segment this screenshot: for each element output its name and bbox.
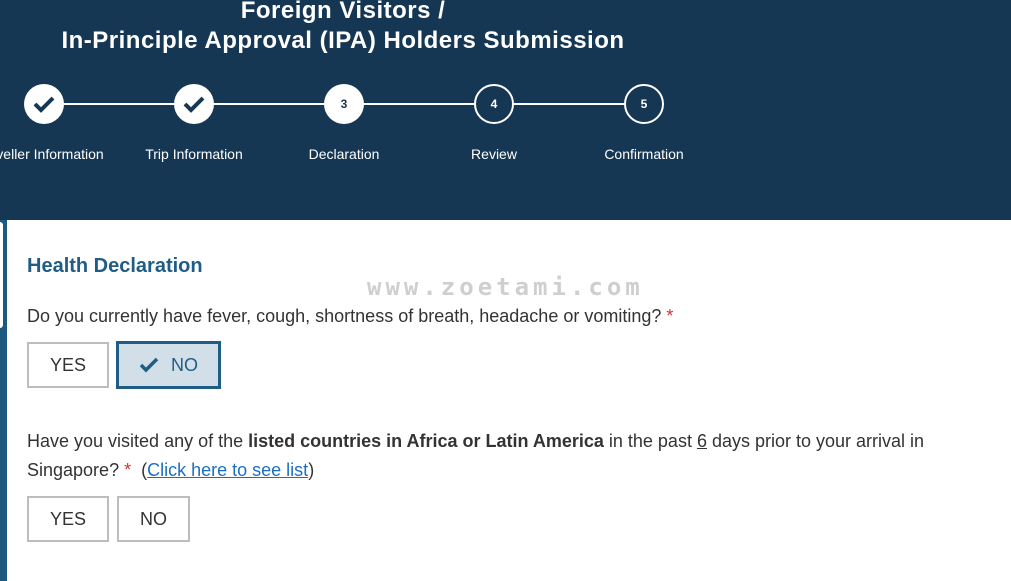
- check-icon: [139, 357, 159, 373]
- check-icon: [33, 96, 55, 113]
- question-text: Have you visited any of the: [27, 431, 249, 451]
- button-label: NO: [171, 354, 198, 375]
- step-1-indicator: [24, 84, 64, 124]
- step-connector: [44, 103, 194, 105]
- button-label: YES: [49, 508, 87, 529]
- question-text-bold: listed countries in Africa or Latin Amer…: [248, 431, 604, 451]
- step-4-indicator: 4: [474, 84, 514, 124]
- days-count: 6: [696, 431, 707, 451]
- travel-yes-button[interactable]: YES: [27, 496, 109, 542]
- check-icon: [183, 96, 205, 113]
- step-connector: [194, 103, 344, 105]
- step-4-label: Review: [471, 146, 517, 162]
- required-marker: *: [124, 460, 132, 480]
- button-label: NO: [140, 508, 167, 529]
- step-5-indicator: 5: [624, 84, 664, 124]
- step-connector: [494, 103, 644, 105]
- step-3-indicator: 3: [324, 84, 364, 124]
- question-symptoms: Do you currently have fever, cough, shor…: [27, 302, 1002, 331]
- section-title: Health Declaration: [27, 255, 203, 277]
- country-list-link[interactable]: Click here to see list: [147, 460, 308, 480]
- step-2-indicator: [174, 84, 214, 124]
- step-5-label: Confirmation: [604, 146, 684, 162]
- button-label: YES: [49, 354, 87, 375]
- step-1-label: veller Information: [0, 146, 104, 162]
- question-text: Do you currently have fever, cough, shor…: [27, 306, 662, 326]
- travel-no-button[interactable]: NO: [117, 496, 190, 542]
- watermark: www.zoetami.com: [367, 273, 644, 301]
- step-connector: [344, 103, 494, 105]
- progress-stepper: 3 4 5 veller Information Trip Informatio…: [0, 0, 1011, 220]
- step-3-label: Declaration: [308, 146, 380, 162]
- question-travel-history: Have you visited any of the listed count…: [27, 427, 1002, 485]
- paren: ): [308, 460, 315, 480]
- question-text: in the past: [603, 431, 697, 451]
- symptoms-no-button[interactable]: NO: [116, 341, 221, 389]
- step-2-label: Trip Information: [145, 146, 243, 162]
- side-panel-edge: [0, 220, 5, 330]
- symptoms-yes-button[interactable]: YES: [27, 342, 109, 388]
- page-header: Foreign Visitors / In-Principle Approval…: [0, 0, 1011, 220]
- required-marker: *: [666, 306, 674, 326]
